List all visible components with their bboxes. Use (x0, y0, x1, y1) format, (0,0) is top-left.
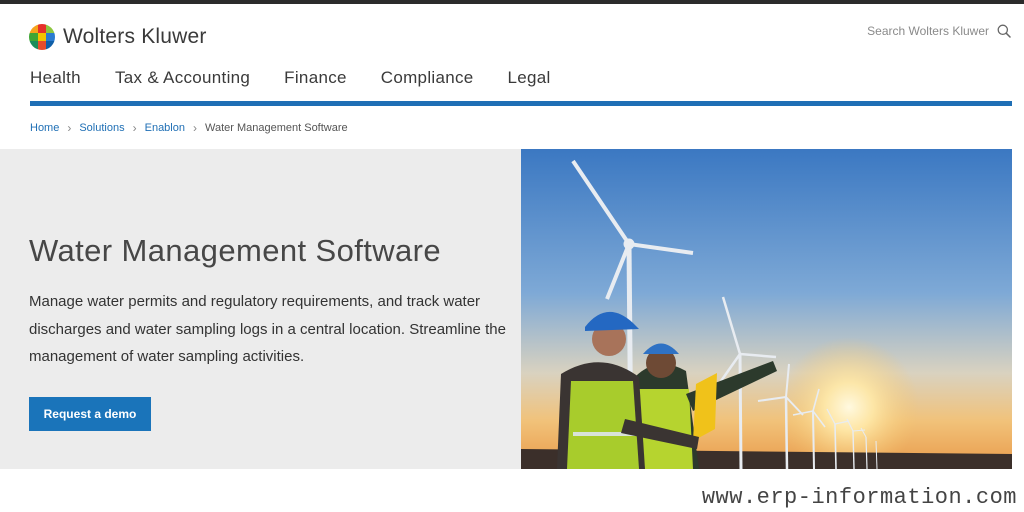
breadcrumb: Home › Solutions › Enablon › Water Manag… (30, 121, 348, 135)
hero-right-margin (1012, 149, 1024, 469)
search-box[interactable] (867, 24, 1011, 38)
search-icon[interactable] (997, 24, 1011, 38)
logo-mark-icon (29, 24, 55, 50)
chevron-right-icon: › (67, 121, 72, 135)
nav-item-finance[interactable]: Finance (284, 68, 347, 88)
nav-item-tax-accounting[interactable]: Tax & Accounting (115, 68, 250, 88)
request-demo-button[interactable]: Request a demo (29, 397, 151, 431)
nav-underline-bar (30, 101, 1012, 106)
hero-description: Manage water permits and regulatory requ… (29, 293, 506, 365)
hero-section: Water Management Software Manage water p… (0, 149, 1024, 469)
wind-farm-workers-image (521, 149, 1012, 469)
nav-item-legal[interactable]: Legal (508, 68, 551, 88)
nav-item-compliance[interactable]: Compliance (381, 68, 474, 88)
breadcrumb-enablon[interactable]: Enablon (145, 122, 185, 134)
hero-title: Water Management Software (29, 233, 442, 268)
nav-item-health[interactable]: Health (30, 68, 81, 88)
search-input[interactable] (867, 24, 989, 38)
chevron-right-icon: › (192, 121, 197, 135)
watermark-text: www.erp-information.com (701, 485, 1017, 510)
breadcrumb-home[interactable]: Home (30, 122, 59, 134)
chevron-right-icon: › (132, 121, 137, 135)
breadcrumb-solutions[interactable]: Solutions (79, 122, 124, 134)
breadcrumb-current: Water Management Software (204, 122, 348, 134)
main-nav: Health Tax & Accounting Finance Complian… (30, 68, 551, 88)
top-border (0, 0, 1024, 4)
logo[interactable]: Wolters Kluwer (29, 24, 207, 50)
logo-text: Wolters Kluwer (63, 25, 207, 48)
